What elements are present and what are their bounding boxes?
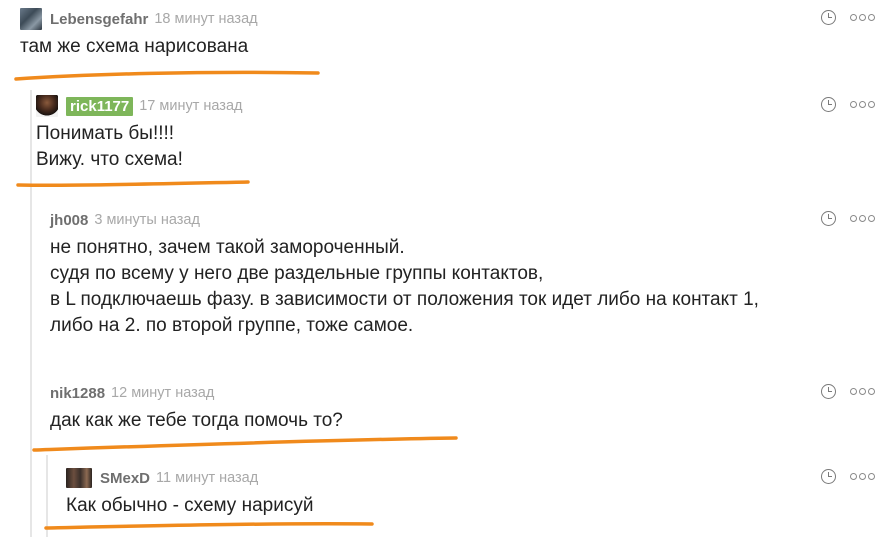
avatar[interactable] xyxy=(36,95,58,117)
comment-header: jh008 3 минуты назад xyxy=(50,209,895,231)
comment-tools xyxy=(821,10,875,25)
comment-tools xyxy=(821,211,875,226)
avatar[interactable] xyxy=(20,8,42,30)
clock-icon[interactable] xyxy=(821,469,836,484)
underline-mark xyxy=(16,180,250,188)
comment-text: Как обычно - схему нарисуй xyxy=(66,495,314,516)
author-name[interactable]: rick1177 xyxy=(66,96,134,116)
comment-text: дак как же тебе тогда помочь то? xyxy=(50,410,343,431)
clock-icon[interactable] xyxy=(821,97,836,112)
more-dots-icon[interactable] xyxy=(848,215,875,222)
comment-text: в L подключаешь фазу. в зависимости от п… xyxy=(50,289,759,310)
underline-mark xyxy=(44,522,374,530)
comment-text: там же схема нарисована xyxy=(20,36,249,57)
comment-tools xyxy=(821,384,875,399)
avatar[interactable] xyxy=(66,468,92,488)
clock-icon[interactable] xyxy=(821,384,836,399)
author-name[interactable]: jh008 xyxy=(50,212,88,229)
comment-body: Как обычно - схему нарисуй xyxy=(66,493,895,519)
more-dots-icon[interactable] xyxy=(848,473,875,480)
comment: rick1177 17 минут назад Понимать бы!!!! … xyxy=(36,95,895,173)
comment-text: Понимать бы!!!! xyxy=(36,123,175,144)
author-name[interactable]: Lebensgefahr xyxy=(50,11,148,28)
comment-body: там же схема нарисована xyxy=(20,34,895,60)
comment-header: SMexD 11 минут назад xyxy=(66,467,895,489)
clock-icon[interactable] xyxy=(821,211,836,226)
comment-header: rick1177 17 минут назад xyxy=(36,95,895,117)
comment: nik1288 12 минут назад дак как же тебе т… xyxy=(50,382,895,434)
comment-header: nik1288 12 минут назад xyxy=(50,382,895,404)
author-name[interactable]: nik1288 xyxy=(50,385,105,402)
comment: Lebensgefahr 18 минут назад там же схема… xyxy=(20,8,895,60)
comment-time[interactable]: 12 минут назад xyxy=(111,385,214,401)
more-dots-icon[interactable] xyxy=(848,101,875,108)
comment-body: Понимать бы!!!! Вижу. что схема! xyxy=(36,121,895,173)
underline-mark xyxy=(32,436,458,452)
comment-time[interactable]: 18 минут назад xyxy=(154,11,257,27)
comment-time[interactable]: 17 минут назад xyxy=(139,98,242,114)
comment-tools xyxy=(821,469,875,484)
comment-text: судя по всему у него две раздельные груп… xyxy=(50,263,544,284)
comment: jh008 3 минуты назад не понятно, зачем т… xyxy=(50,209,895,339)
author-name[interactable]: SMexD xyxy=(100,470,150,487)
underline-mark xyxy=(14,70,320,81)
comment-text: Вижу. что схема! xyxy=(36,149,183,170)
clock-icon[interactable] xyxy=(821,10,836,25)
comment-text: не понятно, зачем такой замороченный. xyxy=(50,237,405,258)
comment-text: либо на 2. по второй группе, тоже самое. xyxy=(50,315,414,336)
more-dots-icon[interactable] xyxy=(848,14,875,21)
comment: SMexD 11 минут назад Как обычно - схему … xyxy=(66,467,895,519)
comment-tools xyxy=(821,97,875,112)
comment-header: Lebensgefahr 18 минут назад xyxy=(20,8,895,30)
more-dots-icon[interactable] xyxy=(848,388,875,395)
thread-line xyxy=(46,455,48,537)
thread-line xyxy=(30,90,32,537)
comment-time[interactable]: 11 минут назад xyxy=(156,470,258,486)
comment-body: дак как же тебе тогда помочь то? xyxy=(50,408,895,434)
comment-body: не понятно, зачем такой замороченный. су… xyxy=(50,235,895,339)
comment-time[interactable]: 3 минуты назад xyxy=(94,212,200,228)
